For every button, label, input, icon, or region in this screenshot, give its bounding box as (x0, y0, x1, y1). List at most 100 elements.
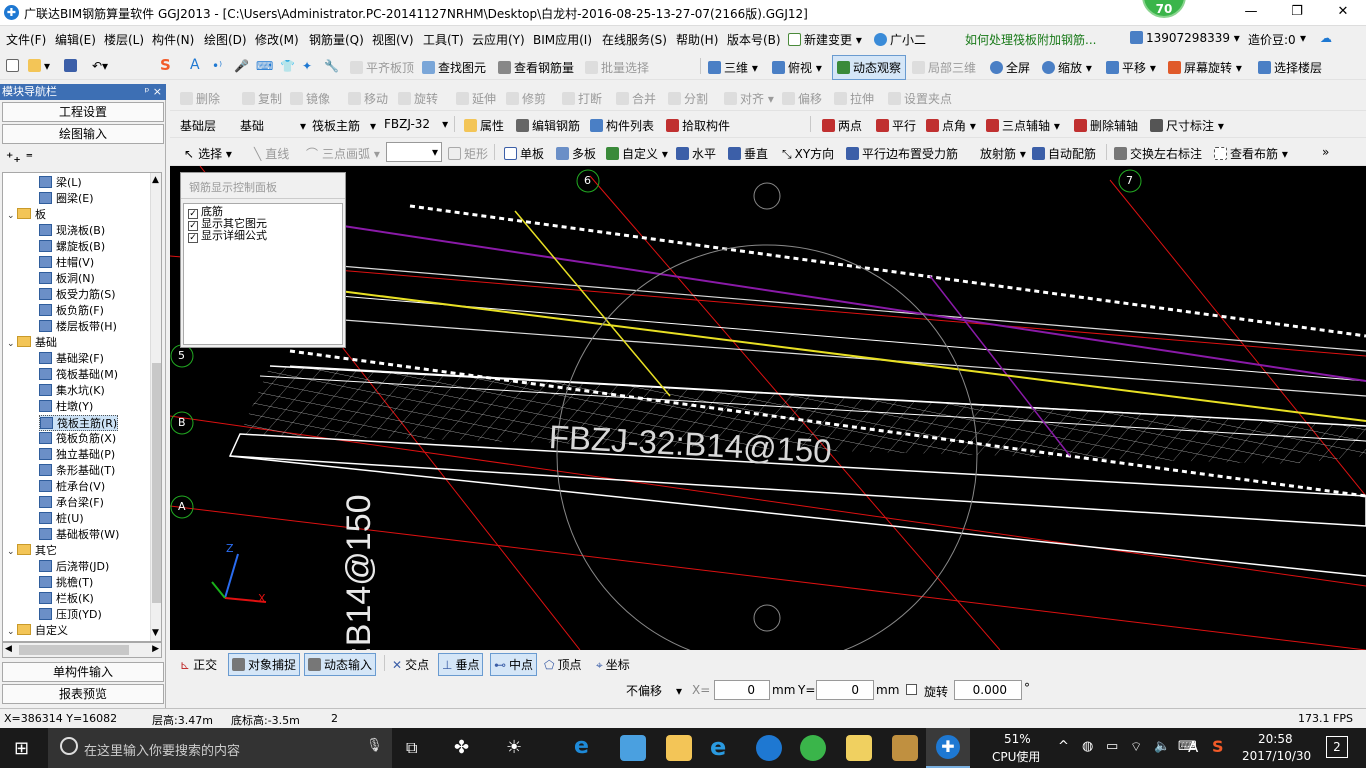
three-point-axis-button[interactable]: 三点辅轴 ▾ (986, 117, 1060, 134)
menu-edit[interactable]: 编辑(E) (55, 31, 96, 48)
chrome-icon[interactable] (756, 735, 782, 761)
ortho-button[interactable]: ⊾ 正交 (180, 656, 217, 673)
menu-rebar-qty[interactable]: 钢筋量(Q) (309, 31, 364, 48)
single-slab-button[interactable]: 单板 (504, 145, 544, 162)
tree-item[interactable]: 条形基础(T) (39, 463, 115, 479)
tree-item[interactable]: 筏板负筋(X) (39, 431, 116, 447)
dynamic-input-button[interactable]: 动态输入 (304, 653, 377, 676)
menu-bim[interactable]: BIM应用(I) (533, 31, 592, 48)
horizontal-button[interactable]: 水平 (676, 145, 716, 162)
auto-rebar-button[interactable]: 自动配筋 (1032, 145, 1096, 162)
set-grip-button[interactable]: 设置夹点 (888, 90, 952, 107)
tree-item[interactable]: 桩(U) (39, 511, 84, 527)
sogou-tray-icon[interactable]: S (1212, 737, 1224, 756)
shirt-icon[interactable]: ✦ (302, 59, 312, 73)
xiaoer-button[interactable]: 广小二 (874, 31, 926, 48)
properties-button[interactable]: 属性 (464, 117, 504, 134)
object-snap-button[interactable]: 对象捕捉 (228, 653, 301, 676)
checkbox-checked-icon[interactable]: ✓ (188, 233, 198, 243)
open-folder-icon[interactable]: ▾ (28, 59, 50, 73)
new-change-button[interactable]: 新建变更 ▾ (788, 31, 862, 48)
notification-center[interactable]: 2 (1326, 736, 1348, 758)
sogou-ime-icon[interactable]: S (160, 56, 171, 74)
name-select[interactable]: FBZJ-32 ▾ (384, 117, 448, 131)
zoom-button[interactable]: 缩放 ▾ (1042, 59, 1092, 76)
user-account[interactable]: 13907298339 ▾ (1130, 31, 1240, 45)
menu-file[interactable]: 文件(F) (6, 31, 46, 48)
microphone-icon[interactable]: 🎙 (366, 738, 383, 753)
taskbar-search[interactable]: 在这里输入你要搜索的内容 🎙 (48, 728, 392, 768)
new-file-icon[interactable] (6, 59, 22, 73)
mid-snap-button[interactable]: ⊷ 中点 (490, 653, 538, 676)
ime-mode-icon[interactable]: A (1188, 738, 1198, 756)
parallel-button[interactable]: 平行 (876, 117, 916, 134)
flush-top-button[interactable]: 平齐板顶 (350, 59, 414, 76)
hscroll-thumb[interactable] (19, 645, 129, 655)
tree-item[interactable]: 集水坑(K) (39, 383, 105, 399)
type-select[interactable]: 筏板主筋 ▾ (312, 117, 376, 134)
merge-button[interactable]: 合并 (616, 90, 656, 107)
skin-icon[interactable]: 👕 (280, 59, 295, 73)
dynamic-view-button[interactable]: 动态观察 (832, 55, 907, 80)
pin-close-icon[interactable]: ᵖ × (145, 84, 162, 100)
tree-item[interactable]: 圈梁(E) (39, 191, 94, 207)
close-button[interactable]: ✕ (1320, 0, 1366, 26)
task-view-icon[interactable]: ⧉ (406, 738, 417, 758)
vertex-snap-button[interactable]: ⬠ 顶点 (544, 656, 581, 673)
tree-item[interactable]: 栏板(K) (39, 591, 94, 607)
extend-button[interactable]: 延伸 (456, 90, 496, 107)
rotate-input[interactable]: 0.000 (954, 680, 1022, 700)
tree-item[interactable]: 筏板主筋(R) (39, 415, 119, 431)
tree-item[interactable]: 柱墩(Y) (39, 399, 93, 415)
notes-icon[interactable] (846, 735, 872, 761)
view-layout-button[interactable]: 查看布筋 ▾ (1214, 145, 1288, 162)
menu-help[interactable]: 帮助(H) (676, 31, 718, 48)
menu-online[interactable]: 在线服务(S) (602, 31, 667, 48)
swap-labels-button[interactable]: 交换左右标注 (1114, 145, 1202, 162)
chevron-down-icon[interactable]: ⌄ (7, 336, 17, 352)
menu-modify[interactable]: 修改(M) (255, 31, 299, 48)
ime-punct-icon[interactable]: •⁾ (212, 59, 222, 73)
tree-item[interactable]: 压顶(YD) (39, 607, 102, 623)
delete-button[interactable]: 删除 (180, 90, 220, 107)
windows-start-icon[interactable]: ⊞ (14, 738, 29, 759)
mic-icon[interactable]: 🎤 (234, 59, 249, 73)
tree-item[interactable]: 基础板带(W) (39, 527, 119, 543)
help-app-icon[interactable] (892, 735, 918, 761)
tree-item[interactable]: 板洞(N) (39, 271, 95, 287)
tree-item[interactable]: 挑檐(T) (39, 575, 93, 591)
chevron-down-icon[interactable]: ⌄ (7, 208, 17, 224)
tree-item[interactable]: 板受力筋(S) (39, 287, 116, 303)
xy-direction-button[interactable]: ⤡ XY方向 (782, 145, 834, 162)
three-d-button[interactable]: 三维 ▾ (708, 59, 758, 76)
find-element-button[interactable]: 查找图元 (422, 59, 486, 76)
radial-button[interactable]: 放射筋 ▾ (980, 145, 1026, 162)
tree-item[interactable]: 现浇板(B) (39, 223, 105, 239)
rotate-button[interactable]: 旋转 (398, 90, 438, 107)
more-tools-icon[interactable]: » (1322, 145, 1329, 159)
tree-item[interactable]: 基础梁(F) (39, 351, 104, 367)
local-3d-button[interactable]: 局部三维 (912, 59, 976, 76)
score-badge[interactable]: 70 (1142, 0, 1186, 18)
report-preview-button[interactable]: 报表预览 (2, 684, 164, 704)
line-button[interactable]: ╲ 直线 (254, 145, 289, 162)
tree-item[interactable]: 筏板基础(M) (39, 367, 118, 383)
pick-component-button[interactable]: 拾取构件 (666, 117, 730, 134)
scroll-left-icon[interactable]: ◀ (5, 644, 12, 654)
wechat-icon[interactable] (800, 735, 826, 761)
parallel-edge-button[interactable]: 平行边布置受力筋 (846, 145, 958, 162)
tree-item[interactable]: 板负筋(F) (39, 303, 104, 319)
menu-cloud[interactable]: 云应用(Y) (472, 31, 525, 48)
volume-icon[interactable]: 🔈 (1154, 739, 1170, 754)
point-angle-button[interactable]: 点角 ▾ (926, 117, 976, 134)
scroll-thumb[interactable] (152, 363, 161, 603)
ime-a-icon[interactable]: A (190, 57, 200, 73)
wifi-icon[interactable]: ⌔ (1130, 739, 1142, 755)
scroll-up-icon[interactable]: ▲ (152, 175, 159, 185)
menu-floor[interactable]: 楼层(L) (104, 31, 144, 48)
single-input-button[interactable]: 单构件输入 (2, 662, 164, 682)
beans-dropdown-icon[interactable]: ▾ (1300, 31, 1306, 45)
multi-slab-button[interactable]: 多板 (556, 145, 596, 162)
two-point-button[interactable]: 两点 (822, 117, 862, 134)
delete-axis-button[interactable]: 删除辅轴 (1074, 117, 1138, 134)
